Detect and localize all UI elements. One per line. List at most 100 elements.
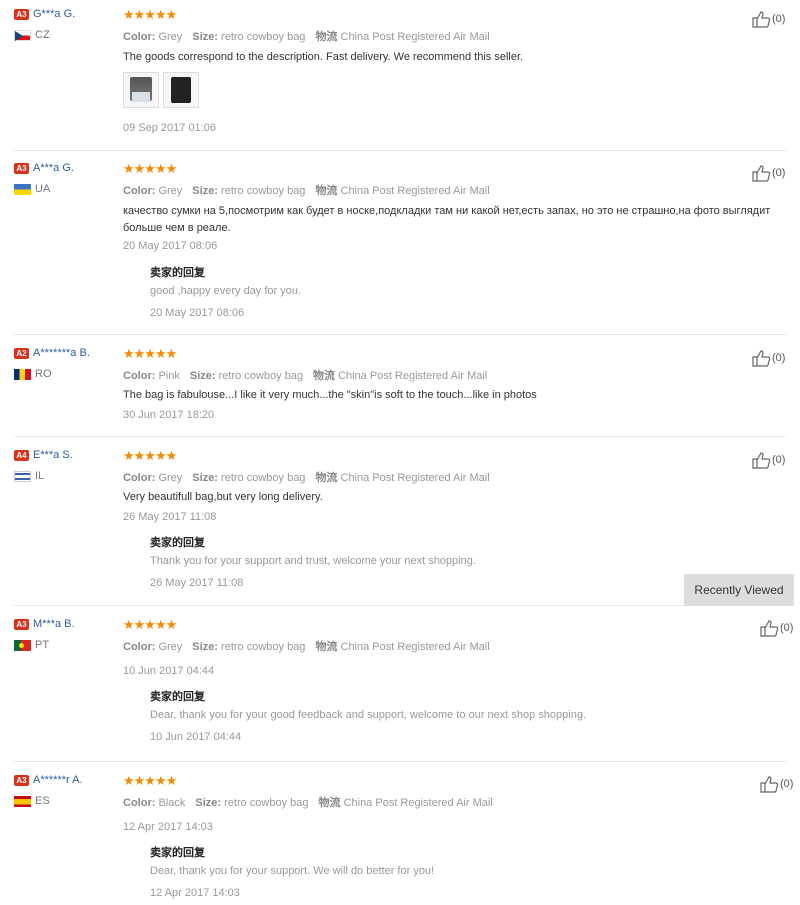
seller-reply-text: Thank you for your support and trust, we…: [150, 555, 476, 567]
review-photo-thumbnail[interactable]: [123, 72, 159, 108]
helpful-count: (0): [780, 777, 794, 790]
reviewer-country: PT: [14, 639, 49, 651]
reviewer-info: A2 A*******a B. RO: [14, 347, 90, 380]
helpful-button[interactable]: (0): [760, 619, 793, 637]
thumbs-up-icon: [752, 350, 771, 367]
star-rating: ★★★★★: [123, 161, 177, 176]
flag-icon: [14, 470, 31, 482]
helpful-button[interactable]: (0): [752, 10, 785, 28]
reviewer-name[interactable]: A*******a B.: [33, 347, 90, 359]
review-content: ★★★★★ Color: Grey Size: retro cowboy bag 物…: [123, 448, 783, 590]
reviewer-name[interactable]: G***a G.: [33, 8, 75, 20]
review-content: ★★★★★ Color: Pink Size: retro cowboy bag 物…: [123, 346, 783, 422]
star-rating: ★★★★★: [123, 7, 177, 22]
buyer-level-badge: A3: [14, 8, 29, 20]
country-code: UA: [35, 183, 51, 195]
divider: [14, 150, 786, 151]
review-date: 09 Sep 2017 01:06: [123, 122, 216, 134]
helpful-count: (0): [772, 166, 786, 179]
buyer-level-badge: A3: [14, 618, 29, 630]
seller-reply-title: 卖家的回复: [150, 691, 205, 703]
seller-reply-date: 12 Apr 2017 14:03: [150, 887, 240, 899]
thumbs-up-icon: [760, 620, 779, 637]
review-content: ★★★★★ Color: Grey Size: retro cowboy bag 物…: [123, 618, 783, 744]
flag-icon: [14, 29, 31, 41]
helpful-count: (0): [772, 12, 786, 25]
reviewer-country: RO: [14, 368, 52, 380]
reviewer-name[interactable]: A******r A.: [33, 774, 83, 786]
review-content: ★★★★★ Color: Grey Size: retro cowboy bag 物…: [123, 7, 783, 134]
seller-reply-title: 卖家的回复: [150, 847, 205, 859]
star-rating: ★★★★★: [123, 773, 177, 788]
helpful-button[interactable]: (0): [752, 349, 785, 367]
review-item: A2 A*******a B. RO ★★★★★ Color: Pink Size:…: [0, 347, 800, 437]
country-code: PT: [35, 639, 50, 651]
review-photo-thumbnail[interactable]: [163, 72, 199, 108]
review-photos: [123, 72, 203, 111]
seller-reply-date: 10 Jun 2017 04:44: [150, 731, 242, 743]
order-info: Color: Black Size: retro cowboy bag 物流 Chi…: [123, 797, 493, 809]
seller-reply-text: Dear, thank you for your good feedback a…: [150, 709, 586, 721]
seller-reply-text: Dear, thank you for your support. We wil…: [150, 865, 435, 877]
review-date: 10 Jun 2017 04:44: [123, 665, 215, 677]
reviewer-name[interactable]: E***a S.: [33, 449, 73, 461]
buyer-level-badge: A3: [14, 774, 29, 786]
country-code: RO: [35, 368, 52, 380]
buyer-level-badge: A4: [14, 449, 29, 461]
thumbs-up-icon: [760, 776, 779, 793]
thumbs-up-icon: [752, 165, 771, 182]
review-date: 20 May 2017 08:06: [123, 240, 218, 252]
review-text: The goods correspond to the description.…: [123, 51, 524, 63]
review-text: Very beautifull bag,but very long delive…: [123, 491, 323, 503]
buyer-level-badge: A3: [14, 162, 29, 174]
divider: [14, 436, 786, 437]
reviewer-country: CZ: [14, 29, 50, 41]
helpful-count: (0): [772, 351, 786, 364]
order-info: Color: Pink Size: retro cowboy bag 物流 Chin…: [123, 370, 488, 382]
country-code: ES: [35, 795, 50, 807]
review-text: The bag is fabulouse...I like it very mu…: [123, 389, 537, 401]
helpful-button[interactable]: (0): [752, 164, 785, 182]
reviewer-info: A3 M***a B. PT: [14, 618, 75, 651]
seller-reply-date: 20 May 2017 08:06: [150, 307, 245, 319]
divider: [14, 334, 786, 335]
helpful-button[interactable]: (0): [752, 451, 785, 469]
helpful-count: (0): [780, 621, 794, 634]
review-item: A3 A***a G. UA ★★★★★ Color: Grey Size: ret…: [0, 162, 800, 335]
seller-reply-title: 卖家的回复: [150, 537, 205, 549]
divider: [14, 605, 786, 606]
flag-icon: [14, 639, 31, 651]
review-content: ★★★★★ Color: Black Size: retro cowboy bag…: [123, 773, 783, 900]
seller-reply-text: good ,happy every day for you.: [150, 285, 302, 297]
flag-icon: [14, 368, 31, 380]
buyer-level-badge: A2: [14, 347, 29, 359]
order-info: Color: Grey Size: retro cowboy bag 物流 Chin…: [123, 472, 490, 484]
seller-reply-title: 卖家的回复: [150, 267, 205, 279]
reviewer-info: A3 A******r A. ES: [14, 774, 83, 807]
reviewer-name[interactable]: M***a B.: [33, 618, 75, 630]
review-content: ★★★★★ Color: Grey Size: retro cowboy bag 物…: [123, 161, 783, 320]
order-info: Color: Grey Size: retro cowboy bag 物流 Chin…: [123, 185, 490, 197]
review-item: A3 M***a B. PT ★★★★★ Color: Grey Size: ret…: [0, 618, 800, 762]
review-date: 26 May 2017 11:08: [123, 511, 217, 523]
reviewer-info: A3 G***a G. CZ: [14, 8, 75, 41]
country-code: IL: [35, 470, 45, 482]
seller-reply-date: 26 May 2017 11:08: [150, 577, 244, 589]
review-text: качество сумки на 5,посмотрим как будет …: [123, 205, 771, 234]
recently-viewed-button[interactable]: Recently Viewed: [684, 574, 794, 606]
reviewer-info: A3 A***a G. UA: [14, 162, 74, 195]
review-item: A3 G***a G. CZ ★★★★★ Color: Grey Size: ret…: [0, 8, 800, 151]
reviewer-name[interactable]: A***a G.: [33, 162, 74, 174]
divider: [14, 761, 786, 762]
helpful-button[interactable]: (0): [760, 775, 793, 793]
review-item: A3 A******r A. ES ★★★★★ Color: Black Size:…: [0, 774, 800, 905]
country-code: CZ: [35, 29, 50, 41]
helpful-count: (0): [772, 453, 786, 466]
order-info: Color: Grey Size: retro cowboy bag 物流 Chin…: [123, 31, 490, 43]
star-rating: ★★★★★: [123, 448, 177, 463]
flag-icon: [14, 795, 31, 807]
star-rating: ★★★★★: [123, 346, 177, 361]
review-date: 30 Jun 2017 18:20: [123, 409, 215, 421]
review-item: A4 E***a S. IL ★★★★★ Color: Grey Size: ret…: [0, 449, 800, 606]
reviewer-info: A4 E***a S. IL: [14, 449, 73, 482]
